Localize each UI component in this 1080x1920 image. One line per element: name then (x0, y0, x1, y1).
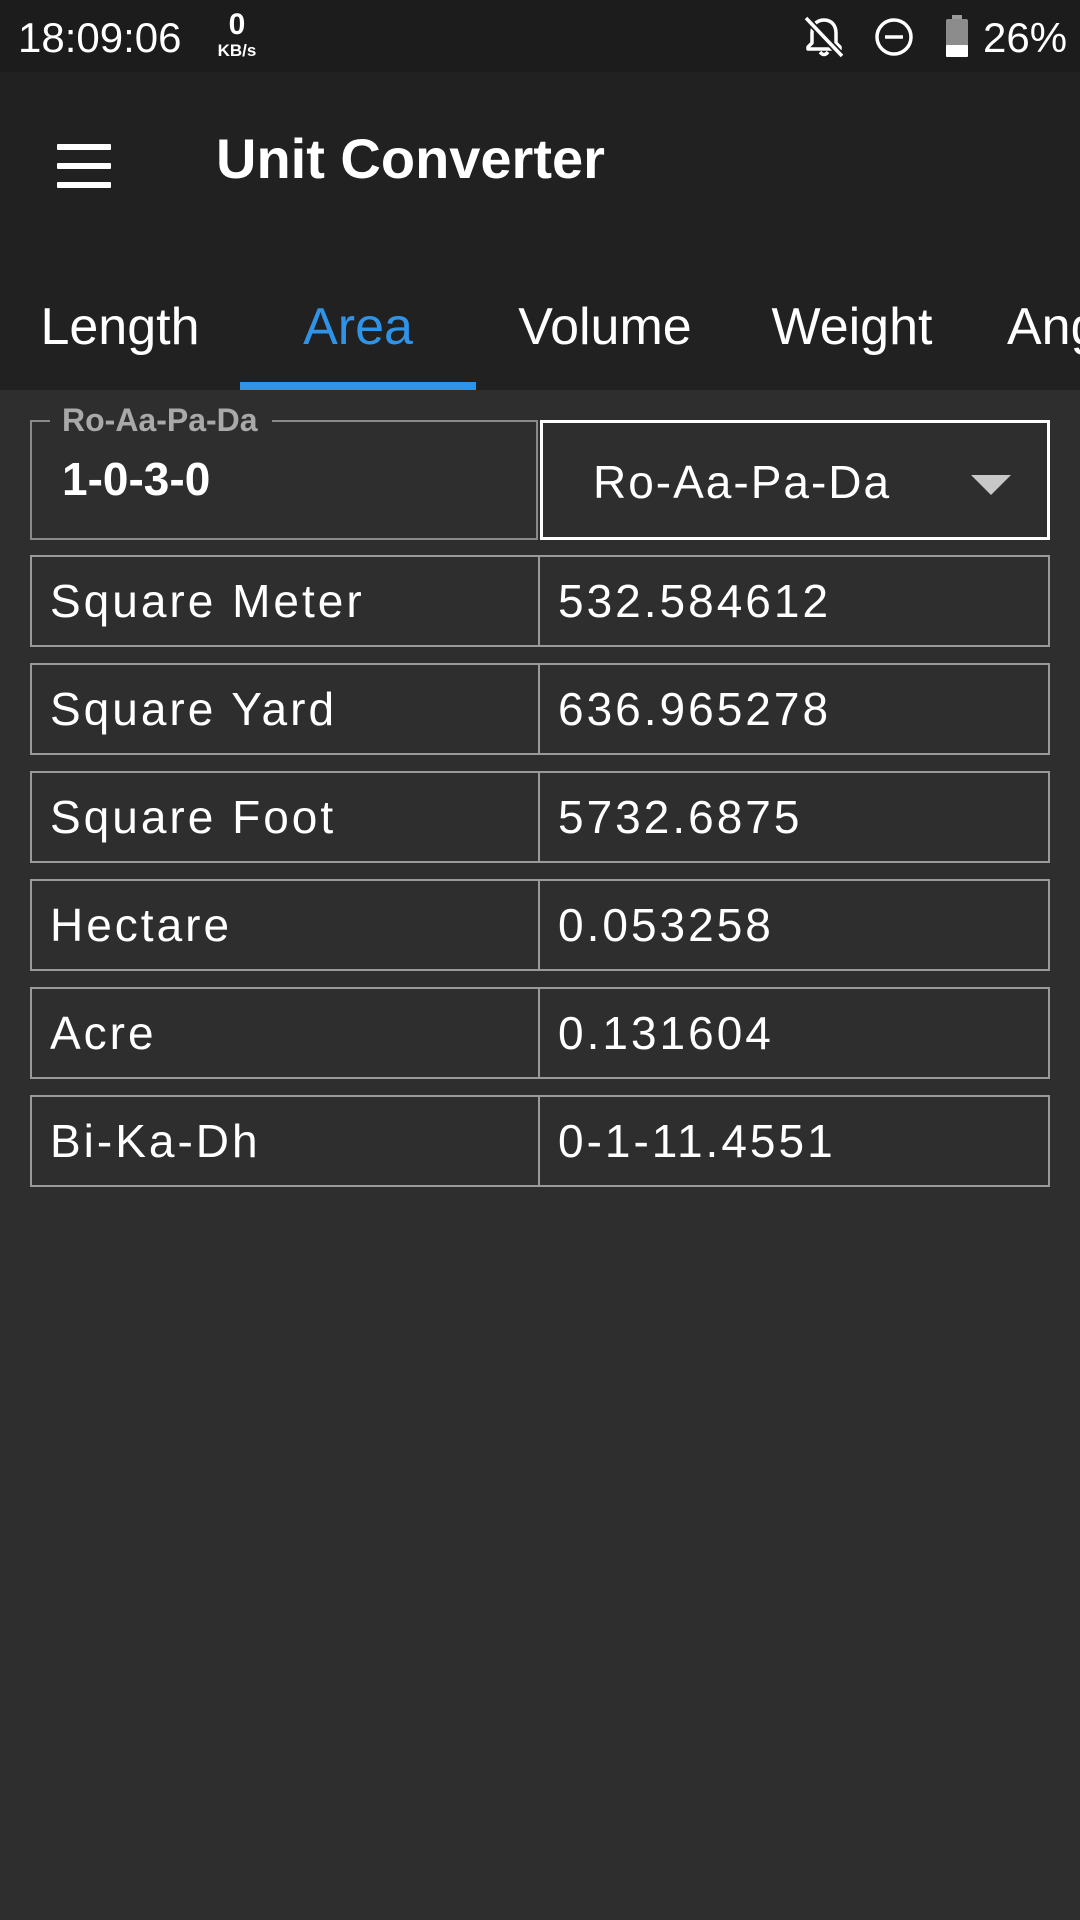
tab-angle[interactable]: Angle (1007, 264, 1080, 390)
tab-label: Volume (518, 298, 692, 356)
network-speed: 0 KB/s (214, 8, 260, 60)
result-unit-value: 0.131604 (558, 1007, 774, 1059)
battery-icon (944, 14, 970, 63)
result-unit-name: Hectare (32, 881, 540, 969)
app-title: Unit Converter (216, 127, 605, 190)
result-row-square-foot: Square Foot 5732.6875 (30, 771, 1050, 863)
do-not-disturb-icon (872, 15, 916, 64)
tab-label: Weight (771, 298, 933, 356)
tab-label: Angle (1007, 298, 1080, 356)
result-unit-value: 636.965278 (558, 683, 832, 735)
result-unit-name: Square Meter (32, 557, 540, 645)
result-unit-name: Acre (32, 989, 540, 1077)
value-input-text[interactable]: 1-0-3-0 (62, 452, 210, 506)
tab-length[interactable]: Length (0, 264, 240, 390)
value-input-field[interactable]: Ro-Aa-Pa-Da 1-0-3-0 (30, 400, 538, 540)
network-speed-unit: KB/s (217, 41, 257, 60)
unit-select-dropdown[interactable]: Ro-Aa-Pa-Da (540, 420, 1050, 540)
dropdown-arrow-icon (971, 475, 1011, 500)
tab-weight[interactable]: Weight (734, 264, 970, 390)
tab-bar: Length Area Volume Weight Angle (0, 264, 1080, 390)
app-root: 18:09:06 0 KB/s 26% Unit Converter Lengt… (0, 0, 1080, 1920)
tab-volume[interactable]: Volume (476, 264, 734, 390)
hamburger-menu-icon[interactable] (40, 122, 128, 210)
app-bar: Unit Converter Length Area Volume Weight… (0, 72, 1080, 390)
result-row-square-meter: Square Meter 532.584612 (30, 555, 1050, 647)
status-time: 18:09:06 (18, 14, 182, 61)
result-row-hectare: Hectare 0.053258 (30, 879, 1050, 971)
result-unit-name: Square Yard (32, 665, 540, 753)
result-unit-name: Bi-Ka-Dh (32, 1097, 540, 1185)
result-unit-value: 5732.6875 (558, 791, 803, 843)
result-unit-name: Square Foot (32, 773, 540, 861)
tab-area[interactable]: Area (240, 264, 476, 390)
tab-indicator (240, 382, 476, 390)
value-input-label: Ro-Aa-Pa-Da (50, 400, 272, 440)
status-bar: 18:09:06 0 KB/s 26% (0, 0, 1080, 72)
result-row-square-yard: Square Yard 636.965278 (30, 663, 1050, 755)
result-unit-value: 0.053258 (558, 899, 774, 951)
tab-label: Length (40, 298, 200, 356)
tab-label: Area (303, 298, 413, 356)
unit-select-value: Ro-Aa-Pa-Da (593, 456, 892, 508)
result-row-bi-ka-dh: Bi-Ka-Dh 0-1-11.4551 (30, 1095, 1050, 1187)
battery-percent: 26% (983, 14, 1068, 61)
result-unit-value: 532.584612 (558, 575, 832, 627)
network-speed-value: 0 (228, 8, 246, 41)
notifications-off-icon (800, 14, 848, 63)
result-row-acre: Acre 0.131604 (30, 987, 1050, 1079)
result-unit-value: 0-1-11.4551 (558, 1115, 836, 1167)
